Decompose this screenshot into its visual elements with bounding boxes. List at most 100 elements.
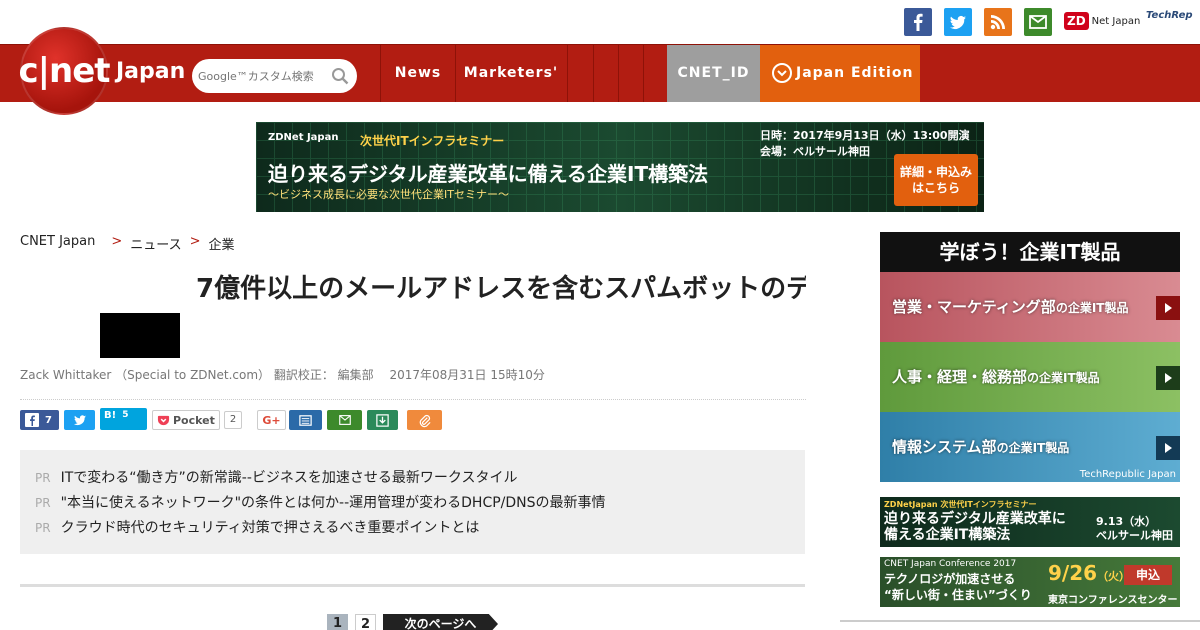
breadcrumb-home[interactable]: CNET Japan: [20, 234, 95, 253]
cnet-logo-text: c|net: [18, 51, 110, 91]
sidebar-ad-brand: CNET Japan Conference 2017: [884, 559, 1017, 569]
zdnet-text: Net Japan: [1091, 15, 1141, 27]
pr-link-text: ITで変わる“働き方”の新常識--ビジネスを加速させる最新ワークスタイル: [60, 470, 518, 486]
search-input[interactable]: [198, 65, 328, 87]
sidebar-ad-seminar[interactable]: ZDNetJapan 次世代ITインフラセミナー 迫り来るデジタル産業改革に 備…: [880, 497, 1180, 547]
sidebar-tile-main: 情報システム部: [892, 438, 997, 456]
next-page-button[interactable]: 次のページへ: [383, 614, 498, 630]
sidebar-ad-date-value: 9/26: [1048, 561, 1098, 585]
sidebar-ad-conference[interactable]: CNET Japan Conference 2017 テクノロジが加速させる “…: [880, 557, 1180, 607]
hatena-count: 5: [122, 410, 129, 420]
top-utility-bar: ZD Net Japan TechRep: [0, 0, 1200, 44]
sidebar-tile-label: 人事・経理・総務部の企業IT製品: [892, 366, 1100, 387]
banner-cta-button[interactable]: 詳細・申込み はこちら: [894, 154, 978, 206]
pr-label: PR: [35, 496, 51, 510]
breadcrumb-separator: >: [111, 234, 123, 249]
pocket-button[interactable]: Pocket 2: [152, 410, 243, 430]
pr-link[interactable]: PR "本当に使えるネットワーク"の条件とは何か--運用管理が変わるDHCP/DN…: [35, 492, 606, 512]
breadcrumb-level2[interactable]: 企業: [209, 234, 235, 253]
rss-icon[interactable]: [984, 8, 1012, 36]
breadcrumb-level1[interactable]: ニュース: [130, 234, 181, 253]
sidebar-ad-title-line: 備える企業IT構築法: [884, 527, 1011, 543]
sidebar-ad-title: 迫り来るデジタル産業改革に 備える企業IT構築法: [884, 511, 1066, 543]
edition-label: Japan Edition: [796, 65, 914, 81]
facebook-share-button[interactable]: 7: [20, 410, 59, 430]
pocket-icon: [157, 415, 170, 425]
logo-japan-text: Japan: [116, 59, 186, 84]
banner-ad[interactable]: ZDNet Japan 次世代ITインフラセミナー 迫り来るデジタル産業改革に備…: [256, 122, 984, 212]
sidebar-tile-label: 営業・マーケティング部の企業IT製品: [892, 296, 1128, 317]
facebook-icon: [25, 413, 39, 427]
banner-kicker: 次世代ITインフラセミナー: [360, 134, 505, 148]
nav-divider: [593, 45, 594, 102]
sidebar-tile-it[interactable]: 情報システム部の企業IT製品 TechRepublic Japan: [880, 412, 1180, 482]
pocket-label: Pocket: [173, 413, 215, 427]
sidebar-ad-title-line: “新しい街・住まい”づくり: [884, 588, 1032, 602]
sidebar-ad-title-line: テクノロジが加速させる: [884, 572, 1016, 586]
search-icon[interactable]: [331, 67, 349, 85]
banner-subtitle: 〜ビジネス成長に必要な次世代企業ITセミナー〜: [268, 188, 509, 201]
sidebar-ad-date: 9/26（火）: [1048, 561, 1130, 585]
chevron-right-icon: [1156, 436, 1180, 460]
paperclip-icon: [419, 414, 431, 427]
pr-label: PR: [35, 521, 51, 535]
nav-item-news[interactable]: News: [381, 45, 455, 102]
banner-date-line: 日時：2017年9月13日（水）13:00開演: [760, 129, 970, 142]
twitter-share-button[interactable]: [64, 410, 95, 430]
pr-label: PR: [35, 471, 51, 485]
zdnet-badge: ZD: [1064, 12, 1089, 30]
facebook-icon[interactable]: [904, 8, 932, 36]
sidebar-ad-date-line: 9.13（水）: [1096, 515, 1157, 528]
print-icon: [299, 414, 312, 426]
pr-link[interactable]: PR ITで変わる“働き方”の新常識--ビジネスを加速させる最新ワークスタイル: [35, 467, 517, 487]
breadcrumb: CNET Japan > ニュース > 企業: [20, 234, 235, 253]
clip-button[interactable]: [407, 410, 442, 430]
cnet-logo[interactable]: c|net: [18, 27, 111, 115]
page-2-button[interactable]: 2: [355, 614, 376, 630]
chevron-right-icon: [1156, 366, 1180, 390]
sidebar-ad-date: 9.13（水） ベルサール神田: [1096, 515, 1173, 543]
page-1-button[interactable]: 1: [327, 614, 348, 630]
mail-icon: [338, 415, 351, 425]
sidebar-tile-label: 情報システム部の企業IT製品: [892, 436, 1069, 457]
chevron-right-icon: [1156, 296, 1180, 320]
sidebar-ad-title-line: 迫り来るデジタル産業改革に: [884, 511, 1066, 527]
facebook-share-count: 7: [45, 414, 52, 426]
sidebar-tile-sales[interactable]: 営業・マーケティング部の企業IT製品: [880, 272, 1180, 342]
pr-link-text: "本当に使えるネットワーク"の条件とは何か--運用管理が変わるDHCP/DNSの…: [60, 495, 606, 511]
print-button[interactable]: [289, 410, 322, 430]
breadcrumb-separator: >: [189, 234, 201, 249]
nav-divider: [643, 45, 644, 102]
sidebar-tile-hr[interactable]: 人事・経理・総務部の企業IT製品: [880, 342, 1180, 412]
gplus-share-button[interactable]: G+: [257, 410, 286, 430]
sidebar-tile-main: 営業・マーケティング部: [892, 298, 1056, 316]
sidebar-ad-venue: 東京コンファレンスセンター: [1048, 595, 1178, 606]
divider: [840, 620, 1200, 622]
nav-divider: [618, 45, 619, 102]
pocket-count: 2: [223, 411, 243, 429]
divider: [20, 399, 806, 400]
sidebar-ad-cta-button[interactable]: 申込: [1124, 565, 1172, 585]
redacted-image: [100, 313, 180, 358]
sidebar-ad-title: テクノロジが加速させる “新しい街・住まい”づくり: [884, 571, 1032, 603]
techrepublic-link[interactable]: TechRep: [1146, 10, 1193, 21]
cnet-id-button[interactable]: CNET_ID: [667, 45, 760, 102]
nav-item-marketers[interactable]: Marketers': [456, 45, 566, 102]
divider: [20, 584, 805, 587]
sidebar-ad-brand: ZDNetJapan 次世代ITインフラセミナー: [884, 500, 1037, 509]
mail-icon[interactable]: [1024, 8, 1052, 36]
sidebar-tile-credit: TechRepublic Japan: [1079, 469, 1176, 480]
chevron-down-icon: [772, 63, 792, 83]
mail-share-button[interactable]: [327, 410, 362, 430]
sidebar-tile-suffix: の企業IT製品: [1055, 301, 1129, 315]
main-nav: c|net Japan News Marketers' CNET_ID Japa…: [0, 27, 1200, 115]
japan-edition-button[interactable]: Japan Edition: [760, 45, 920, 102]
pr-link[interactable]: PR クラウド時代のセキュリティ対策で押さえるべき重要ポイントとは: [35, 517, 479, 537]
download-button[interactable]: [367, 410, 398, 430]
pr-link-text: クラウド時代のセキュリティ対策で押さえるべき重要ポイントとは: [60, 520, 480, 536]
nav-divider: [567, 45, 568, 102]
hatena-bookmark-button[interactable]: B! 5: [100, 408, 147, 430]
twitter-icon[interactable]: [944, 8, 972, 36]
zdnet-japan-link[interactable]: ZD Net Japan: [1064, 8, 1140, 34]
search-box: [192, 59, 357, 93]
